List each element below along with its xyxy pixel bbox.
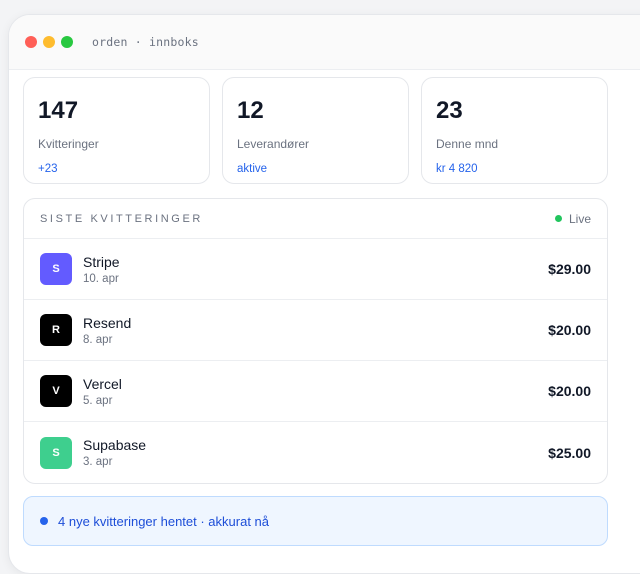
stat-label: Kvitteringer	[38, 137, 99, 151]
stat-subtext: aktive	[237, 163, 268, 175]
receipt-amount: $25.00	[548, 444, 591, 461]
receipts-list: SISTE KVITTERINGER Live S Stripe 10. apr…	[23, 198, 608, 484]
receipt-row[interactable]: S Stripe 10. apr $29.00	[24, 239, 607, 300]
receipt-info: Vercel 5. apr	[83, 376, 548, 407]
maximize-window-button[interactable]	[61, 36, 73, 48]
title-bar: orden · innboks	[9, 15, 640, 70]
sync-notice-banner: 4 nye kvitteringer hentet · akkurat nå	[23, 496, 608, 546]
receipt-date: 8. apr	[83, 333, 113, 346]
vendor-avatar: S	[40, 253, 72, 285]
vendor-name: Resend	[83, 314, 132, 331]
info-dot-icon	[40, 517, 48, 525]
vendor-name: Supabase	[83, 437, 147, 453]
window-title: orden · innboks	[92, 35, 199, 49]
receipt-row[interactable]: V Vercel 5. apr $20.00	[24, 361, 607, 422]
stat-value: 23	[436, 97, 463, 124]
receipt-info: Supabase 3. apr	[83, 437, 548, 468]
vendor-avatar: V	[40, 375, 72, 407]
receipt-amount: $20.00	[548, 322, 591, 338]
main-content: 147 Kvitteringer +23 12 Leverandører akt…	[23, 77, 608, 484]
vendor-name: Stripe	[83, 253, 120, 270]
receipt-date: 10. apr	[83, 272, 119, 285]
vendor-avatar: S	[40, 436, 72, 469]
stat-card-vendors: 12 Leverandører aktive	[222, 77, 409, 184]
receipt-amount: $29.00	[548, 261, 591, 277]
stats-row: 147 Kvitteringer +23 12 Leverandører akt…	[23, 77, 608, 184]
stat-value: 147	[38, 97, 79, 124]
live-indicator: Live	[554, 211, 591, 226]
stat-card-receipts: 147 Kvitteringer +23	[23, 77, 210, 184]
receipt-row[interactable]: R Resend 8. apr $20.00	[24, 300, 607, 361]
stat-subtext: +23	[38, 163, 58, 175]
receipt-date: 5. apr	[83, 394, 113, 407]
stat-card-this-month: 23 Denne mnd kr 4 820	[421, 77, 608, 184]
stat-label: Denne mnd	[436, 137, 499, 151]
stat-value: 12	[237, 97, 264, 124]
stat-label: Leverandører	[237, 137, 310, 151]
receipt-amount: $20.00	[548, 383, 591, 399]
live-status-dot-icon	[554, 215, 562, 222]
receipt-info: Resend 8. apr	[83, 315, 548, 346]
stat-subtext: kr 4 820	[436, 163, 478, 175]
section-title: SISTE KVITTERINGER	[40, 212, 203, 225]
vendor-avatar: R	[40, 314, 72, 346]
receipt-row[interactable]: S Supabase 3. apr $25.00	[24, 422, 607, 483]
receipt-date: 3. apr	[83, 456, 113, 468]
live-label: Live	[568, 211, 591, 226]
minimize-window-button[interactable]	[43, 36, 55, 48]
vendor-name: Vercel	[83, 375, 122, 392]
receipts-list-header: SISTE KVITTERINGER Live	[24, 199, 607, 239]
receipt-info: Stripe 10. apr	[83, 254, 548, 285]
close-window-button[interactable]	[25, 36, 37, 48]
sync-notice-text: 4 nye kvitteringer hentet · akkurat nå	[58, 513, 270, 529]
